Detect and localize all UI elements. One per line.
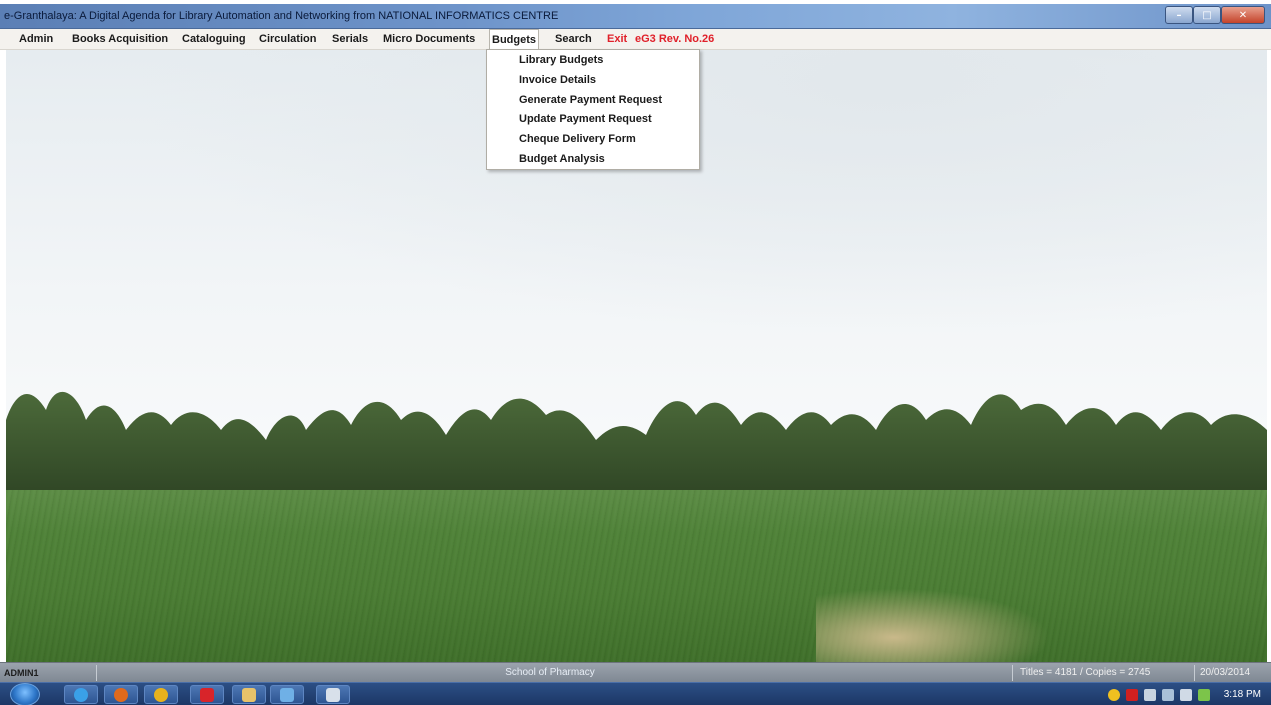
menu-admin[interactable]: Admin — [17, 29, 55, 50]
close-button[interactable]: ✕ — [1221, 6, 1265, 24]
treeline — [6, 391, 1267, 500]
menu-budgets[interactable]: Budgets — [489, 29, 539, 51]
budgets-dropdown-menu: Library Budgets Invoice Details Generate… — [486, 49, 700, 170]
menu-search[interactable]: Search — [553, 29, 594, 50]
taskbar-app-firefox[interactable] — [104, 685, 138, 704]
status-counts: Titles = 4181 / Copies = 2745 — [1020, 667, 1151, 678]
window-controls: – □ ✕ — [1165, 6, 1265, 24]
tray-antivirus-icon[interactable] — [1125, 688, 1138, 701]
system-tray: 3:18 PM — [1107, 685, 1261, 704]
taskbar: 3:18 PM — [0, 682, 1271, 705]
status-date: 20/03/2014 — [1200, 667, 1251, 678]
clock[interactable]: 3:18 PM — [1224, 689, 1261, 700]
pdf-reader-icon — [200, 687, 214, 702]
menu-circulation[interactable]: Circulation — [257, 29, 318, 50]
taskbar-app-window[interactable] — [316, 685, 350, 704]
menu-item-generate-payment-request[interactable]: Generate Payment Request — [519, 91, 662, 110]
dirt-patch — [816, 580, 1076, 662]
media-player-icon — [280, 687, 294, 702]
menu-cataloguing[interactable]: Cataloguing — [180, 29, 248, 50]
taskbar-app-media[interactable] — [270, 685, 304, 704]
firefox-icon — [114, 687, 128, 702]
tray-volume-icon[interactable] — [1179, 688, 1192, 701]
taskbar-app-chrome[interactable] — [144, 685, 178, 704]
status-divider — [1012, 665, 1013, 681]
app-window-icon — [326, 687, 340, 702]
menu-item-invoice-details[interactable]: Invoice Details — [519, 71, 596, 90]
maximize-icon: □ — [1202, 9, 1212, 21]
revision-label: eG3 Rev. No.26 — [635, 33, 715, 45]
menu-books-acquisition[interactable]: Books Acquisition — [70, 29, 170, 50]
close-icon: ✕ — [1238, 9, 1248, 21]
minimize-icon: – — [1176, 9, 1182, 21]
window-title: e-Granthalaya: A Digital Agenda for Libr… — [4, 10, 559, 22]
start-button[interactable] — [10, 683, 40, 705]
menu-serials[interactable]: Serials — [330, 29, 370, 50]
menu-item-update-payment-request[interactable]: Update Payment Request — [519, 110, 652, 129]
file-explorer-icon — [242, 687, 256, 702]
menu-item-library-budgets[interactable]: Library Budgets — [519, 51, 603, 70]
taskbar-app-pdf[interactable] — [190, 685, 224, 704]
field-texture — [6, 490, 1267, 662]
tray-bars-icon[interactable] — [1197, 688, 1210, 701]
app-window: e-Granthalaya: A Digital Agenda for Libr… — [0, 0, 1271, 705]
wheat-field — [6, 490, 1267, 662]
status-divider — [1194, 665, 1195, 681]
tray-chrome-icon[interactable] — [1107, 688, 1120, 701]
internet-explorer-icon — [74, 687, 88, 702]
chrome-icon — [154, 687, 168, 702]
menu-exit[interactable]: Exit — [605, 29, 629, 50]
title-bar[interactable]: e-Granthalaya: A Digital Agenda for Libr… — [0, 4, 1271, 29]
tray-flag-icon[interactable] — [1143, 688, 1156, 701]
minimize-button[interactable]: – — [1165, 6, 1193, 24]
status-bar: ADMIN1 School of Pharmacy Titles = 4181 … — [0, 662, 1271, 682]
menu-micro-documents[interactable]: Micro Documents — [381, 29, 477, 50]
taskbar-app-ie[interactable] — [64, 685, 98, 704]
tray-network-icon[interactable] — [1161, 688, 1174, 701]
menu-item-budget-analysis[interactable]: Budget Analysis — [519, 150, 605, 169]
menu-bar: Admin Books Acquisition Cataloguing Circ… — [0, 29, 1271, 51]
menu-item-cheque-delivery-form[interactable]: Cheque Delivery Form — [519, 130, 636, 149]
status-institution: School of Pharmacy — [505, 667, 595, 678]
taskbar-app-explorer[interactable] — [232, 685, 266, 704]
maximize-button[interactable]: □ — [1193, 6, 1221, 24]
